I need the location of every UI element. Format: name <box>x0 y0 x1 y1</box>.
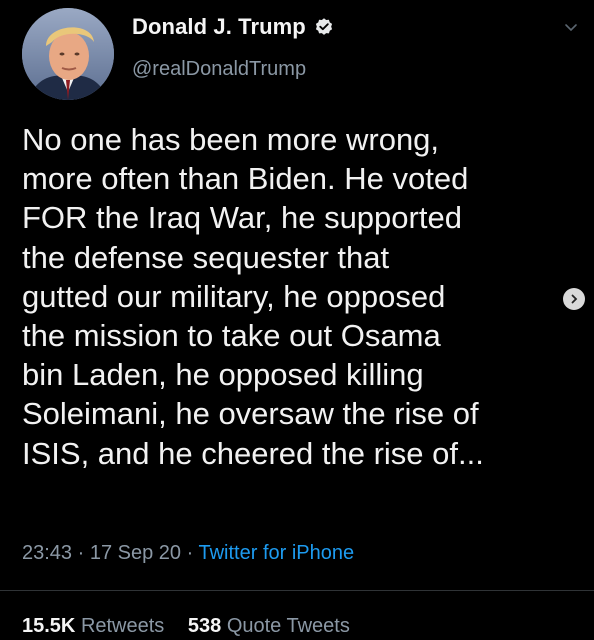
tweet-line: Soleimani, he oversaw the rise of <box>22 396 479 432</box>
tweet-line: bin Laden, he opposed killing <box>22 357 424 393</box>
tweet-date[interactable]: 17 Sep 20 <box>90 542 181 564</box>
quote-tweets-count: 538 <box>187 615 222 637</box>
retweets-stat[interactable]: 15.5K Retweets <box>22 615 170 637</box>
meta-separator: · <box>77 542 85 564</box>
tweet-line: the mission to take out Osama <box>22 318 441 354</box>
tweet-line: more often than Biden. He voted <box>22 161 469 197</box>
next-image-button[interactable] <box>563 288 585 310</box>
tweet-line: gutted our military, he opposed <box>22 278 446 314</box>
tweet-stats: 15.5K Retweets 538 Quote Tweets <box>22 615 368 638</box>
retweets-label: Retweets <box>80 615 165 637</box>
tweet-time[interactable]: 23:43 <box>22 542 72 564</box>
tweet-line: ISIS, and he cheered the rise of... <box>22 435 484 471</box>
quote-tweets-stat[interactable]: 538 Quote Tweets <box>188 615 350 637</box>
tweet-line: No one has been more wrong, <box>22 122 440 157</box>
quote-tweets-label: Quote Tweets <box>226 615 350 637</box>
author-name-row[interactable]: Donald J. Trump <box>132 14 334 40</box>
tweet-line: FOR the Iraq War, he supported <box>22 200 462 236</box>
tweet-line: the defense sequester that <box>22 239 390 275</box>
meta-separator: · <box>186 542 194 564</box>
tweet-source-link[interactable]: Twitter for iPhone <box>199 542 355 564</box>
avatar[interactable] <box>22 8 114 100</box>
chevron-right-icon <box>571 294 578 304</box>
author-display-name[interactable]: Donald J. Trump <box>132 14 306 40</box>
chevron-down-icon[interactable] <box>562 18 580 36</box>
divider <box>0 590 594 591</box>
tweet-text: No one has been more wrong, more often t… <box>22 120 562 473</box>
retweets-count: 15.5K <box>22 615 76 637</box>
tweet-meta: 23:43 · 17 Sep 20 · Twitter for iPhone <box>22 542 354 565</box>
author-handle[interactable]: @realDonaldTrump <box>132 58 306 81</box>
verified-badge-icon <box>315 18 332 35</box>
